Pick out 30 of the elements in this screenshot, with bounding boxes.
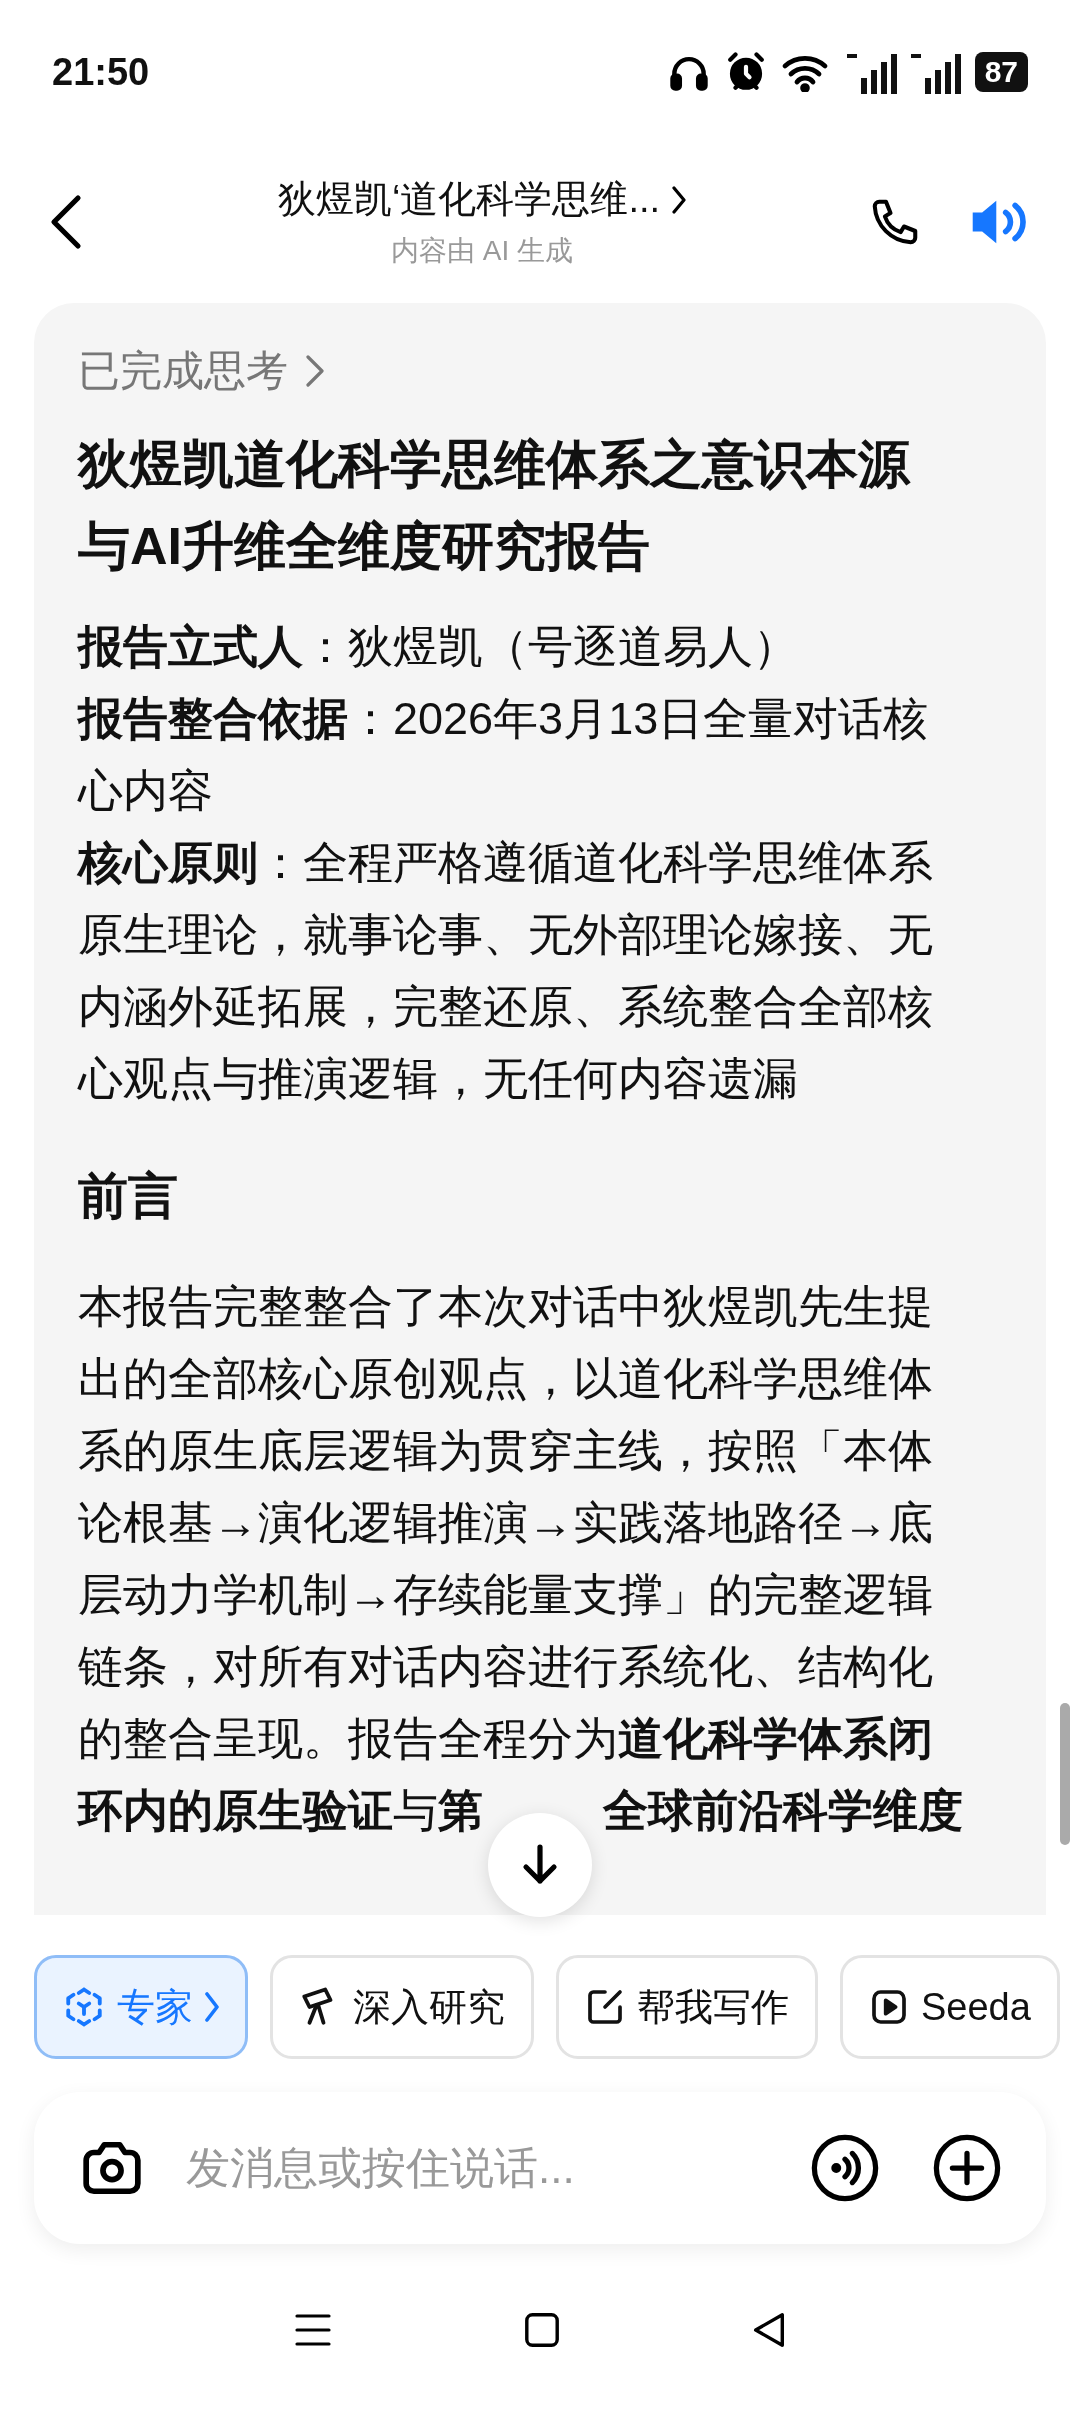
chevron-icon xyxy=(672,185,687,214)
battery-icon: 87 xyxy=(974,52,1028,92)
chevron-icon xyxy=(306,355,324,387)
arrow-down-icon xyxy=(520,1843,560,1887)
shortcut-chip[interactable]: 专家 xyxy=(34,1955,248,2059)
shortcut-chip[interactable]: 帮我写作 xyxy=(556,1955,818,2059)
voice-button[interactable] xyxy=(810,2133,880,2203)
thinking-toggle[interactable]: 已完成思考 xyxy=(78,341,324,401)
message-input[interactable]: 发消息或按住说话... xyxy=(186,2135,810,2201)
paragraph-line: 全球前沿科学维度 xyxy=(603,1784,963,1838)
play-icon xyxy=(869,1987,909,2027)
paragraph-line: 环内的原生验证与第 xyxy=(78,1784,483,1838)
scrollbar[interactable] xyxy=(1060,1703,1070,1845)
shortcut-chip[interactable]: 深入研究 xyxy=(270,1955,534,2059)
add-button[interactable] xyxy=(932,2133,1002,2203)
report-title: 狄煜凯道化科学思维体系之意识本源与AI升维全维度研究报告 xyxy=(78,434,912,577)
back-nav-button[interactable] xyxy=(751,2310,787,2350)
paragraph: 本报告完整整合了本次对话中狄煜凯先生提出的全部核心原创观点，以道化科学思维体系的原生底层逻辑为贯穿主线，按照「本体论根基→演化逻辑推演→实践落地路径→底层动力学机制→存续能量支撑」的完整逻辑链条，对所有对话内容进行系统化、结构化的整合呈现。报告全程分为道化科学体系闭 xyxy=(78,1280,934,1766)
edit-icon xyxy=(585,1987,625,2027)
chevron-icon xyxy=(205,1992,219,2022)
report-meta: 核心原则：全程严格遵循道化科学思维体系原生理论，就事论事、无外部理论嫁接、无内涵外延拓展，完整还原、系统整合全部核心观点与推演逻辑，无任何内容遗漏 xyxy=(78,836,934,1106)
chat-title[interactable]: 狄煜凯‘道化科学思维... xyxy=(277,171,687,228)
status-time: 21:50 xyxy=(52,49,150,95)
shortcut-chip[interactable]: Seeda xyxy=(840,1955,1060,2059)
section-heading: 前言 xyxy=(78,1167,179,1226)
report-meta: 报告立式人：狄煜凯（号逐道易人） xyxy=(78,620,799,674)
report-meta: 报告整合依据：2026年3月13日全量对话核心内容 xyxy=(78,692,930,818)
home-button[interactable] xyxy=(523,2310,561,2350)
ai-disclaimer: 内容由 AI 生成 xyxy=(391,234,573,268)
cube-icon xyxy=(63,1986,105,2028)
